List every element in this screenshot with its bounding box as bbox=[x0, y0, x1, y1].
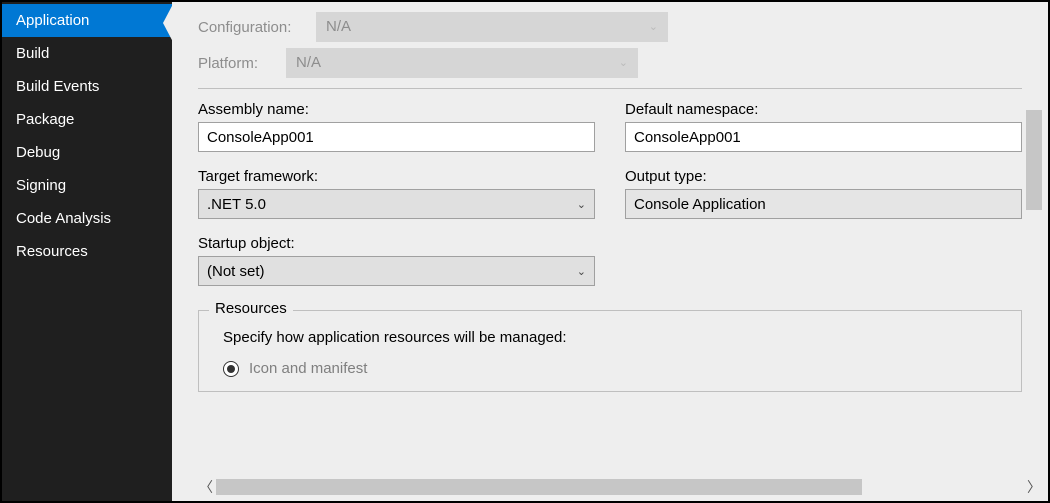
horizontal-scrollbar[interactable]: 〈 〉 bbox=[196, 477, 1044, 497]
vertical-scroll-thumb[interactable] bbox=[1026, 110, 1042, 210]
assembly-name-label: Assembly name: bbox=[198, 101, 595, 118]
radio-icon-manifest-label: Icon and manifest bbox=[249, 360, 367, 377]
sidebar-item-label: Signing bbox=[16, 177, 66, 194]
sidebar-item-label: Application bbox=[16, 12, 89, 29]
sidebar-item-signing[interactable]: Signing bbox=[2, 169, 172, 202]
vertical-scrollbar[interactable]: ︿ bbox=[1024, 110, 1044, 473]
default-namespace-label: Default namespace: bbox=[625, 101, 1022, 118]
target-framework-select[interactable]: .NET 5.0 ⌄ bbox=[198, 189, 595, 219]
configuration-value: N/A bbox=[326, 12, 351, 42]
radio-dot-icon bbox=[227, 365, 235, 373]
assembly-name-input[interactable] bbox=[198, 122, 595, 152]
sidebar-item-application[interactable]: Application bbox=[2, 4, 172, 37]
divider bbox=[198, 88, 1022, 89]
target-framework-value: .NET 5.0 bbox=[207, 196, 266, 213]
output-type-select[interactable]: Console Application bbox=[625, 189, 1022, 219]
resources-legend: Resources bbox=[209, 300, 293, 317]
horizontal-scroll-thumb[interactable] bbox=[216, 479, 862, 495]
sidebar-item-code-analysis[interactable]: Code Analysis bbox=[2, 202, 172, 235]
platform-select: N/A ⌄ bbox=[286, 48, 638, 78]
radio-icon-manifest[interactable] bbox=[223, 361, 239, 377]
output-type-label: Output type: bbox=[625, 168, 1022, 185]
sidebar-item-label: Resources bbox=[16, 243, 88, 260]
sidebar-item-label: Code Analysis bbox=[16, 210, 111, 227]
platform-label: Platform: bbox=[198, 55, 286, 72]
output-type-value: Console Application bbox=[634, 196, 766, 213]
sidebar-item-resources[interactable]: Resources bbox=[2, 235, 172, 268]
resources-description: Specify how application resources will b… bbox=[223, 329, 1007, 346]
configuration-label: Configuration: bbox=[198, 19, 316, 36]
main-panel: Configuration: N/A ⌄ Platform: N/A ⌄ Ass… bbox=[172, 2, 1048, 501]
sidebar-item-build-events[interactable]: Build Events bbox=[2, 70, 172, 103]
resources-group: Resources Specify how application resour… bbox=[198, 310, 1022, 392]
sidebar-item-build[interactable]: Build bbox=[2, 37, 172, 70]
scroll-right-icon[interactable]: 〉 bbox=[1024, 477, 1044, 497]
startup-object-select[interactable]: (Not set) ⌄ bbox=[198, 256, 595, 286]
target-framework-label: Target framework: bbox=[198, 168, 595, 185]
platform-value: N/A bbox=[296, 48, 321, 78]
sidebar-item-label: Build bbox=[16, 45, 49, 62]
configuration-select: N/A ⌄ bbox=[316, 12, 668, 42]
chevron-down-icon: ⌄ bbox=[619, 48, 628, 78]
sidebar: Application Build Build Events Package D… bbox=[2, 2, 172, 501]
sidebar-item-label: Build Events bbox=[16, 78, 99, 95]
startup-object-label: Startup object: bbox=[198, 235, 595, 252]
scroll-left-icon[interactable]: 〈 bbox=[196, 477, 216, 497]
sidebar-item-debug[interactable]: Debug bbox=[2, 136, 172, 169]
sidebar-item-label: Package bbox=[16, 111, 74, 128]
startup-object-value: (Not set) bbox=[207, 263, 265, 280]
sidebar-item-package[interactable]: Package bbox=[2, 103, 172, 136]
chevron-down-icon: ⌄ bbox=[577, 198, 586, 211]
sidebar-item-label: Debug bbox=[16, 144, 60, 161]
default-namespace-input[interactable] bbox=[625, 122, 1022, 152]
horizontal-scroll-track[interactable] bbox=[216, 479, 1024, 495]
chevron-down-icon: ⌄ bbox=[649, 12, 658, 42]
chevron-down-icon: ⌄ bbox=[577, 265, 586, 278]
